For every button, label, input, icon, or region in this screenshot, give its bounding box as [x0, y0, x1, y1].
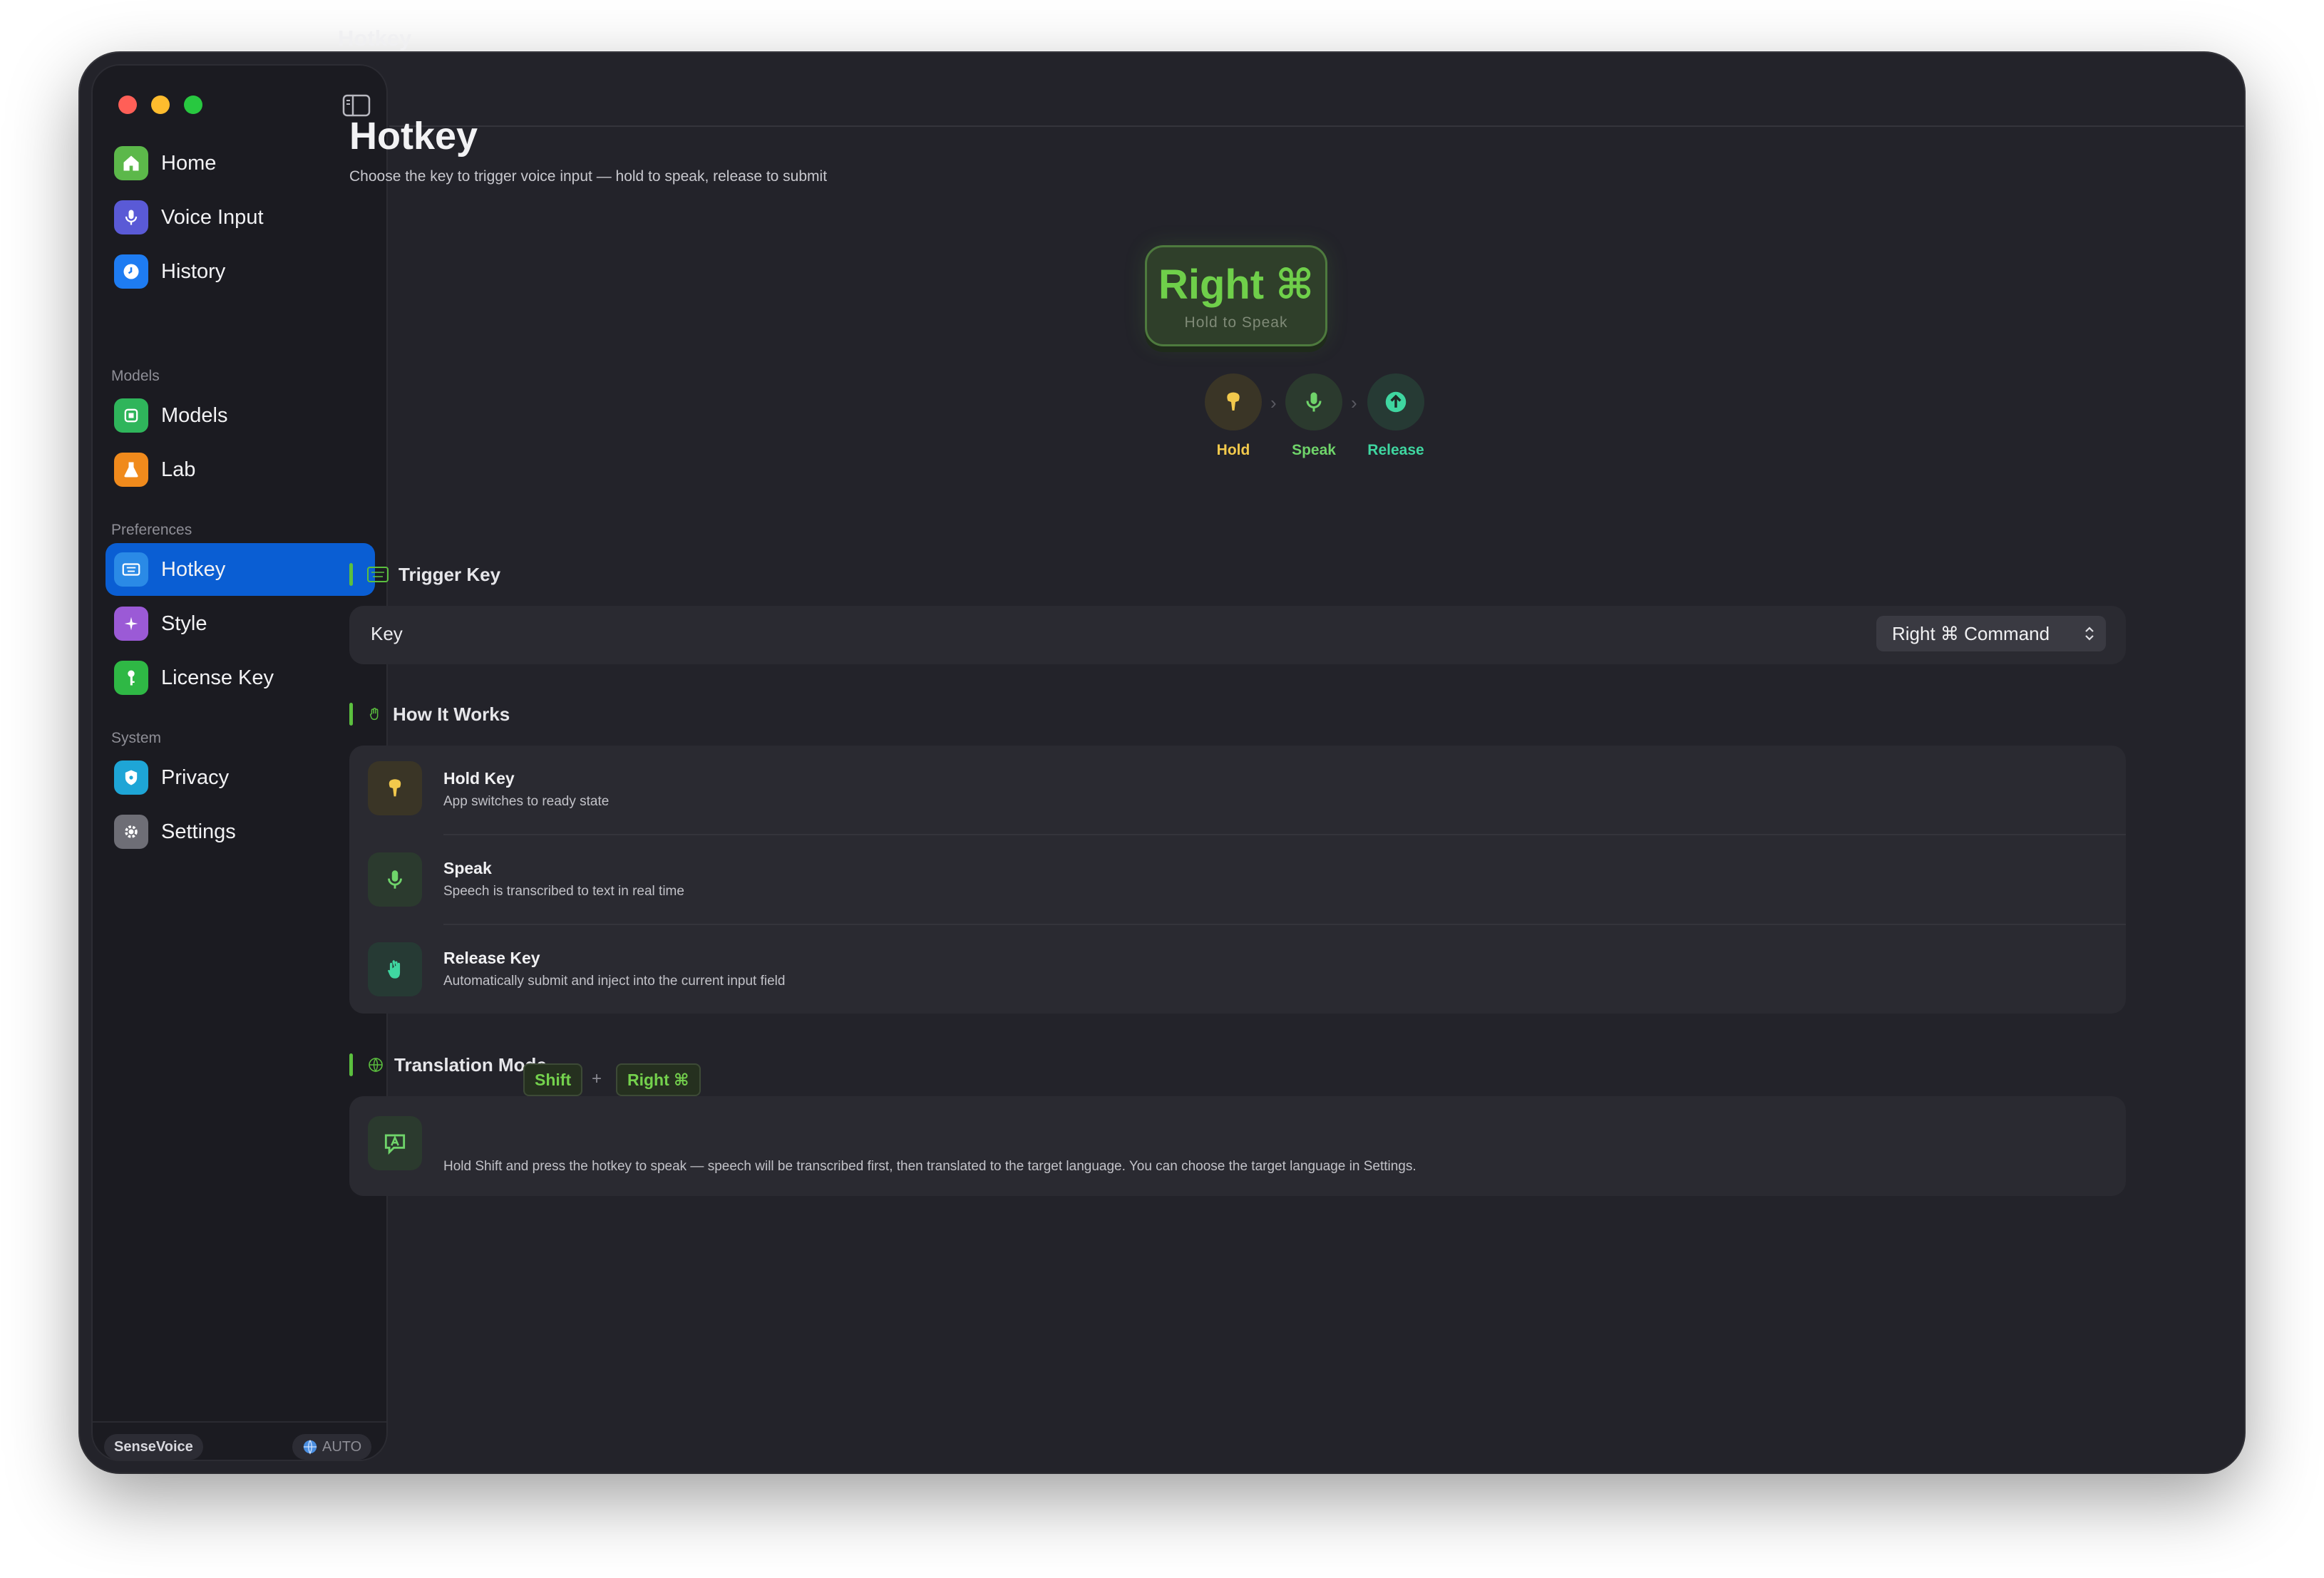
- trigger-key-select[interactable]: Right ⌘ Command: [1876, 616, 2106, 651]
- sidebar-item-label: Lab: [161, 458, 196, 481]
- sidebar-item-label: Hotkey: [161, 557, 226, 581]
- translate-icon: [368, 1116, 422, 1170]
- translation-description: Hold Shift and press the hotkey to speak…: [443, 1159, 1416, 1174]
- row-description: Automatically submit and inject into the…: [443, 974, 786, 989]
- engine-badge: SenseVoice: [104, 1434, 203, 1460]
- plus-sign: +: [592, 1069, 602, 1088]
- row-title: Release Key: [443, 949, 540, 967]
- translation-mode-card: [349, 1096, 2126, 1196]
- house-icon: [114, 146, 148, 180]
- sidebar-item-label: Voice Input: [161, 205, 264, 229]
- microphone-icon: [368, 852, 422, 907]
- microphone-icon: [114, 200, 148, 234]
- gear-icon: [114, 815, 148, 849]
- clock-icon: [114, 254, 148, 289]
- sidebar-section-models: Models: [111, 368, 160, 384]
- page-subtitle: Choose the key to trigger voice input — …: [349, 168, 828, 185]
- section-accent-bar: [349, 563, 353, 586]
- sidebar-footer-divider: [93, 1421, 386, 1423]
- chip-icon: [114, 398, 148, 433]
- hold-finger-icon: [368, 761, 422, 815]
- translation-mode-section-header: Translation Mode: [349, 1053, 547, 1076]
- sidebar-item-label: Style: [161, 612, 207, 635]
- toolbar-title: Hotkey: [338, 26, 412, 51]
- section-title: Trigger Key: [399, 563, 501, 585]
- sidebar-item-home[interactable]: Home: [106, 137, 375, 190]
- sidebar-section-system: System: [111, 730, 162, 746]
- right-command-key-badge: Right ⌘: [616, 1063, 701, 1096]
- row-title: Speak: [443, 859, 492, 877]
- sidebar: Home Voice Input History Models Models L…: [91, 64, 388, 1461]
- section-accent-bar: [349, 703, 353, 726]
- sidebar-item-history[interactable]: History: [106, 245, 375, 298]
- sidebar-item-label: Models: [161, 403, 228, 427]
- language-label: AUTO: [322, 1438, 362, 1455]
- row-divider: [443, 834, 2126, 835]
- flask-icon: [114, 453, 148, 487]
- hotkey-keycap: Right ⌘ Hold to Speak: [1145, 245, 1327, 346]
- sidebar-item-style[interactable]: Style: [106, 597, 375, 650]
- sidebar-item-label: License Key: [161, 666, 274, 689]
- sidebar-item-settings[interactable]: Settings: [106, 805, 375, 858]
- raised-hand-icon: [368, 942, 422, 996]
- row-divider: [443, 924, 2126, 925]
- row-description: Speech is transcribed to text in real ti…: [443, 884, 684, 899]
- shield-icon: [114, 760, 148, 795]
- sidebar-item-label: History: [161, 259, 226, 283]
- trigger-key-section-header: Trigger Key: [349, 563, 500, 586]
- hold-step-icon: [1205, 373, 1262, 430]
- how-it-works-section-header: How It Works: [349, 703, 510, 726]
- shift-key-badge: Shift: [523, 1063, 583, 1096]
- key-icon: [114, 661, 148, 695]
- sidebar-item-label: Home: [161, 151, 217, 175]
- keycap-label: Right ⌘: [1158, 262, 1315, 308]
- sidebar-item-models[interactable]: Models: [106, 389, 375, 442]
- row-title: Hold Key: [443, 769, 515, 788]
- page-title: Hotkey: [349, 115, 478, 158]
- keyboard-icon: [367, 567, 389, 582]
- language-badge[interactable]: AUTO: [292, 1434, 372, 1460]
- chevron-right-icon: ›: [1351, 392, 1357, 413]
- hand-icon: [369, 708, 379, 721]
- sidebar-item-license-key[interactable]: License Key: [106, 651, 375, 704]
- row-description: App switches to ready state: [443, 794, 610, 809]
- sidebar-item-label: Settings: [161, 820, 236, 843]
- chevron-updown-icon: [2085, 626, 2094, 641]
- section-accent-bar: [349, 1053, 353, 1076]
- sidebar-item-label: Privacy: [161, 765, 230, 789]
- toolbar: [389, 53, 2244, 127]
- sidebar-item-hotkey[interactable]: Hotkey: [106, 543, 375, 596]
- release-step-label: Release: [1367, 442, 1424, 458]
- sidebar-section-preferences: Preferences: [111, 522, 192, 538]
- release-step-icon: [1367, 373, 1424, 430]
- keyboard-icon: [114, 552, 148, 587]
- zoom-window-button[interactable]: [184, 96, 202, 114]
- globe-icon: [303, 1440, 317, 1455]
- sidebar-item-privacy[interactable]: Privacy: [106, 751, 375, 804]
- key-label: Key: [371, 623, 403, 644]
- chevron-right-icon: ›: [1270, 392, 1277, 413]
- keycap-hint: Hold to Speak: [1184, 314, 1288, 331]
- trigger-key-card: [349, 606, 2126, 664]
- sparkle-icon: [114, 607, 148, 641]
- speak-step-icon: [1285, 373, 1342, 430]
- sidebar-item-voice-input[interactable]: Voice Input: [106, 191, 375, 244]
- select-value: Right ⌘ Command: [1892, 622, 2050, 644]
- minimize-window-button[interactable]: [151, 96, 170, 114]
- close-window-button[interactable]: [118, 96, 137, 114]
- globe-icon: [369, 1058, 383, 1073]
- section-title: How It Works: [393, 703, 510, 725]
- sidebar-item-lab[interactable]: Lab: [106, 443, 375, 496]
